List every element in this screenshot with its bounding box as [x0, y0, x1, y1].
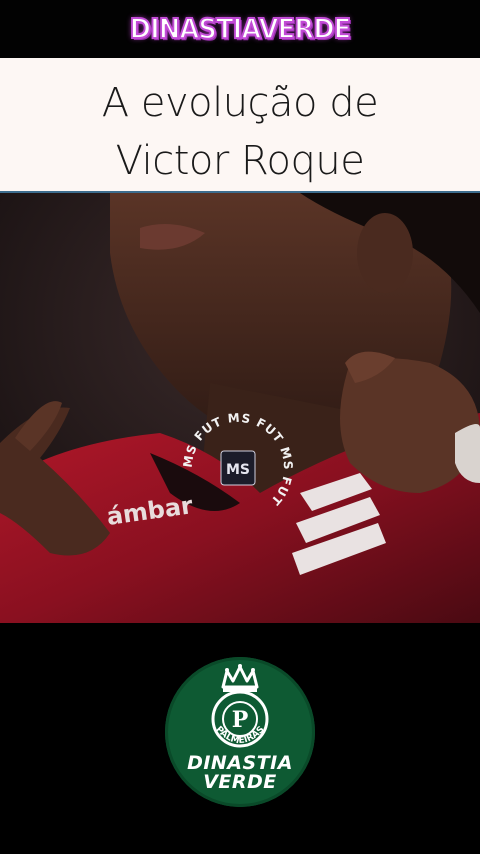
crown-icon — [221, 664, 259, 692]
palmeiras-crest-icon: P PALMEIRAS — [211, 690, 269, 748]
caption-line-1: A evolução de — [101, 80, 379, 126]
badge-line-2: VERDE — [203, 771, 277, 793]
watermark-center-text: MS — [226, 462, 250, 478]
video-frame[interactable]: ámbar MS FUT MS FUT MS FUT MS — [0, 193, 480, 623]
caption-line-2: Victor Roque — [115, 138, 365, 184]
crest-letter: P — [232, 707, 249, 733]
top-header-bar: DINASTIAVERDE — [0, 0, 480, 58]
player-photo: ámbar MS FUT MS FUT MS FUT MS — [0, 193, 480, 623]
caption-panel: A evolução de Victor Roque — [0, 58, 480, 193]
brand-title: DINASTIAVERDE — [129, 11, 353, 46]
dinastia-verde-badge: P PALMEIRAS DINASTIA VERDE — [165, 657, 315, 807]
